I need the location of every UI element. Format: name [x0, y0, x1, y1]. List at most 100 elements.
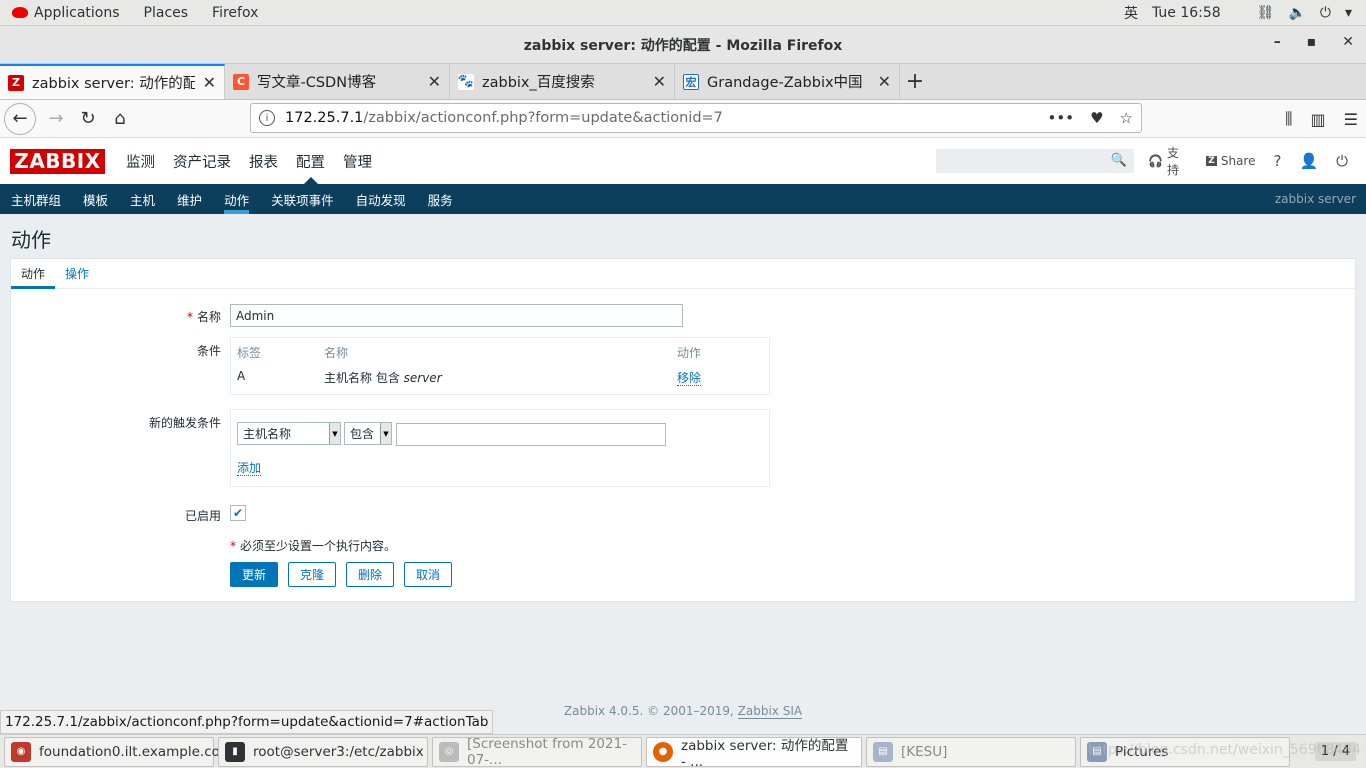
- menu-monitoring[interactable]: 监测: [117, 138, 164, 184]
- close-tab-icon[interactable]: ✕: [878, 72, 891, 91]
- add-condition-wrapper: 添加: [237, 459, 262, 476]
- back-icon[interactable]: ←: [4, 102, 36, 135]
- conditions-header-action: 动作: [677, 346, 702, 360]
- taskbar-item-label: zabbix server: 动作的配置 - ...: [681, 737, 849, 768]
- reload-icon[interactable]: ↻: [72, 103, 104, 135]
- minimize-icon[interactable]: –: [1274, 34, 1281, 50]
- submenu-hosts[interactable]: 主机: [119, 184, 166, 214]
- chevron-down-icon: ▼: [380, 423, 391, 444]
- chevron-down-icon: ▼: [329, 423, 340, 444]
- watermark: https://blog.csdn.net/weixin_56968434: [1088, 742, 1362, 758]
- taskbar-item[interactable]: ▤ [KESU]: [866, 736, 1076, 767]
- submenu-actions[interactable]: 动作: [213, 184, 260, 214]
- server-name: zabbix server: [1274, 192, 1356, 206]
- browser-tab[interactable]: 🐾 zabbix_百度搜索 ✕: [450, 64, 675, 99]
- footer-text: Zabbix 4.0.5. © 2001–2019,: [563, 704, 738, 718]
- tab-strip: Z zabbix server: 动作的配置 ✕ C 写文章-CSDN博客 ✕ …: [0, 64, 1366, 100]
- window-title: zabbix server: 动作的配置 - Mozilla Firefox: [523, 37, 843, 54]
- hamburger-menu-icon[interactable]: ☰: [1344, 110, 1358, 129]
- share-link[interactable]: Z Share: [1206, 154, 1255, 168]
- remove-condition-link[interactable]: 移除: [677, 371, 702, 386]
- action-form-panel: 动作 操作 * 名称 Admin 条件 标签 名称 动作 A 主机名称 包含 se…: [10, 258, 1356, 602]
- menu-configuration[interactable]: 配置: [287, 138, 334, 184]
- submenu-maintenance[interactable]: 维护: [166, 184, 213, 214]
- conditions-label: 条件: [196, 344, 221, 358]
- terminal-icon: ▮: [225, 741, 245, 762]
- site-info-icon[interactable]: i: [259, 110, 275, 126]
- bookmark-star-icon[interactable]: ☆: [1120, 109, 1133, 127]
- close-tab-icon[interactable]: ✕: [653, 72, 666, 91]
- sign-out-icon[interactable]: ⏻: [1336, 152, 1348, 170]
- form-tabs: 动作 操作: [11, 259, 1355, 289]
- menu-inventory[interactable]: 资产记录: [164, 138, 240, 184]
- condition-operator-select[interactable]: 包含 ▼: [344, 422, 392, 445]
- network-icon[interactable]: ⛓: [1257, 5, 1275, 21]
- search-input[interactable]: 🔍: [936, 149, 1134, 173]
- image-viewer-icon: ◎: [439, 741, 459, 762]
- places-menu[interactable]: Places: [132, 5, 201, 21]
- chevron-down-icon[interactable]: ▾: [1345, 5, 1352, 21]
- submenu-host-groups[interactable]: 主机群组: [0, 184, 72, 214]
- ime-indicator[interactable]: 英: [1124, 3, 1138, 23]
- volume-icon[interactable]: 🔈: [1288, 5, 1305, 21]
- home-icon[interactable]: ⌂: [104, 103, 136, 135]
- submenu-services[interactable]: 服务: [417, 184, 464, 214]
- document-icon: ▤: [873, 741, 893, 762]
- sidebar-icon[interactable]: ▥: [1311, 110, 1326, 129]
- url-bar[interactable]: i 172.25.7.1/zabbix/actionconf.php?form=…: [250, 103, 1142, 133]
- enabled-checkbox[interactable]: ✔: [230, 505, 246, 521]
- taskbar-item[interactable]: ▮ root@server3:/etc/zabbix: [218, 736, 428, 767]
- clone-button[interactable]: 克隆: [288, 562, 336, 587]
- update-button[interactable]: 更新: [230, 562, 278, 587]
- add-condition-link[interactable]: 添加: [237, 461, 262, 476]
- new-tab-icon[interactable]: +: [900, 64, 930, 99]
- support-link[interactable]: 🎧 支持: [1148, 144, 1188, 178]
- condition-name: 主机名称 包含 server: [324, 369, 442, 386]
- share-z-icon: Z: [1206, 156, 1217, 166]
- maximize-icon[interactable]: ▪: [1307, 34, 1317, 50]
- zabbix-sia-link[interactable]: Zabbix SIA: [737, 704, 803, 719]
- help-icon[interactable]: ?: [1273, 152, 1281, 170]
- tab-action[interactable]: 动作: [11, 259, 56, 289]
- url-path: /zabbix/actionconf.php?form=update&actio…: [363, 110, 723, 126]
- taskbar-item[interactable]: ◎ [Screenshot from 2021-07-...: [432, 736, 642, 768]
- submenu-correlation[interactable]: 关联项事件: [260, 184, 345, 214]
- taskbar-item[interactable]: ● zabbix server: 动作的配置 - ...: [646, 736, 862, 768]
- firefox-app-menu[interactable]: Firefox: [200, 5, 270, 21]
- browser-tab[interactable]: Z zabbix server: 动作的配置 ✕: [0, 64, 225, 99]
- zabbix-logo[interactable]: ZABBIX: [10, 148, 105, 174]
- name-label: * 名称: [21, 308, 221, 325]
- name-field[interactable]: Admin: [230, 304, 683, 327]
- menu-reports[interactable]: 报表: [240, 138, 287, 184]
- new-condition-label: 新的触发条件: [148, 416, 221, 430]
- taskbar-item-label: foundation0.ilt.example.com...: [39, 743, 246, 760]
- condition-type-select[interactable]: 主机名称 ▼: [237, 422, 341, 445]
- applications-menu[interactable]: Applications: [0, 5, 132, 21]
- clock[interactable]: Tue 16:58: [1152, 5, 1221, 21]
- redhat-icon: [12, 7, 28, 18]
- checkmark-icon: ✔: [232, 506, 244, 520]
- browser-tab[interactable]: 宏 Grandage-Zabbix中国 ✕: [675, 64, 900, 99]
- page-title: 动作: [11, 228, 51, 252]
- menu-administration[interactable]: 管理: [334, 138, 381, 184]
- tab-operations[interactable]: 操作: [55, 259, 99, 288]
- close-icon[interactable]: ✕: [1342, 34, 1354, 50]
- browser-tab[interactable]: C 写文章-CSDN博客 ✕: [225, 64, 450, 99]
- page-actions-icon[interactable]: •••: [1048, 109, 1075, 127]
- search-icon[interactable]: 🔍: [1111, 153, 1127, 168]
- headset-icon: 🎧: [1148, 154, 1163, 168]
- power-icon[interactable]: ⏻: [1320, 5, 1331, 21]
- close-tab-icon[interactable]: ✕: [428, 72, 441, 91]
- forward-icon[interactable]: →: [40, 103, 72, 135]
- pocket-icon[interactable]: ♥: [1090, 109, 1103, 127]
- condition-value-field[interactable]: [396, 423, 666, 446]
- taskbar-item[interactable]: ◉ foundation0.ilt.example.com...: [4, 736, 246, 767]
- library-icon[interactable]: ⫼: [1285, 109, 1292, 129]
- close-tab-icon[interactable]: ✕: [203, 73, 216, 92]
- cancel-button[interactable]: 取消: [404, 562, 452, 587]
- delete-button[interactable]: 删除: [346, 562, 394, 587]
- submenu-discovery[interactable]: 自动发现: [345, 184, 417, 214]
- user-profile-icon[interactable]: 👤: [1299, 152, 1318, 170]
- taskbar-item-label: root@server3:/etc/zabbix: [253, 743, 424, 760]
- submenu-templates[interactable]: 模板: [72, 184, 119, 214]
